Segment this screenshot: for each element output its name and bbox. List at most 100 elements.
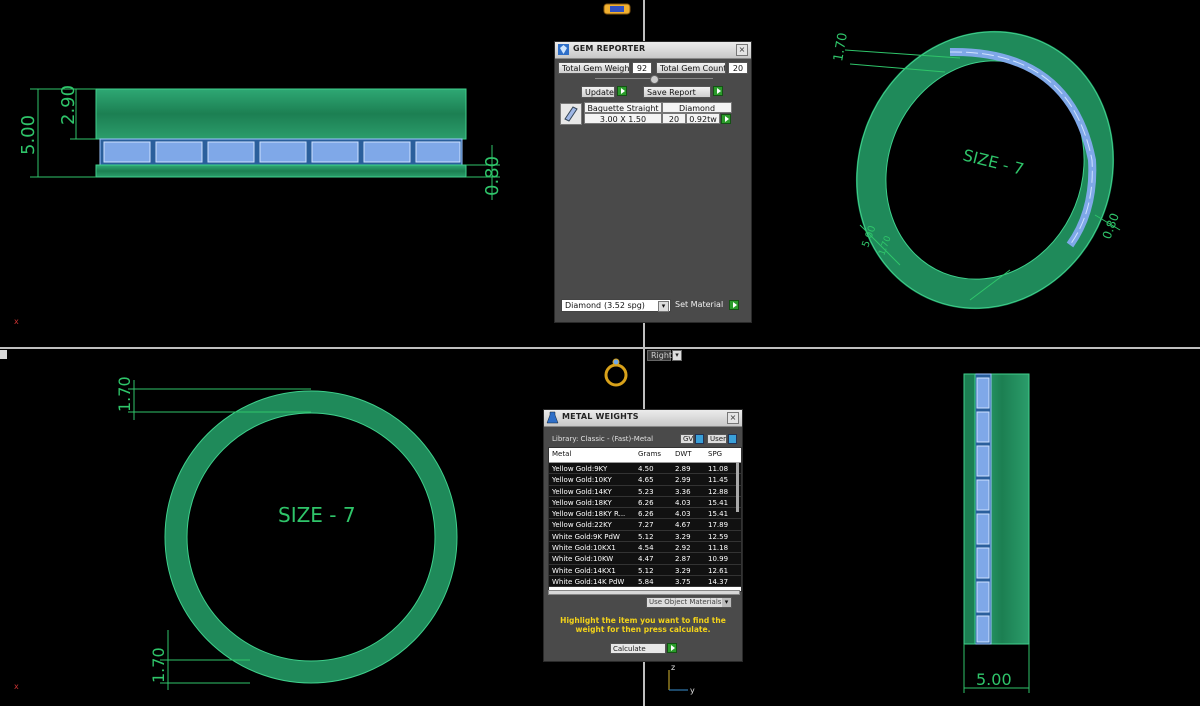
table-row[interactable]: White Gold:9K PdW 5.12 3.29 12.59 xyxy=(549,530,741,543)
material-select-value: Diamond xyxy=(565,301,602,310)
user-toggle[interactable]: User xyxy=(707,434,727,444)
table-cell: 5.84 xyxy=(638,577,654,586)
table-cell: Yellow Gold:18KY R... xyxy=(552,510,626,519)
table-cell: 12.59 xyxy=(708,532,729,541)
chevron-down-icon[interactable]: ▾ xyxy=(672,350,682,361)
splitter-handle-icon[interactable] xyxy=(650,75,659,84)
horizontal-scrollbar[interactable] xyxy=(548,590,740,595)
top-dim-bottom: 1.70 xyxy=(149,647,168,683)
table-row[interactable]: White Gold:10KW 4.47 2.87 10.99 xyxy=(549,553,741,565)
table-cell: Yellow Gold:10KY xyxy=(552,476,612,485)
front-dim-lower: 0.80 xyxy=(482,156,503,196)
gem-reporter-titlebar[interactable]: GEM REPORTER × xyxy=(555,42,751,59)
total-gem-weight-value: 92 xyxy=(632,62,652,74)
persp-size-label: SIZE - 7 xyxy=(961,145,1026,178)
chevron-down-icon[interactable]: ▾ xyxy=(722,598,731,607)
gem-row-go-icon[interactable] xyxy=(721,114,731,124)
table-row[interactable]: White Gold:10KX1 4.54 2.92 11.18 xyxy=(549,542,741,554)
total-gem-weight-label: Total Gem Weight xyxy=(558,62,630,74)
axis-z-label: z xyxy=(671,663,675,672)
update-go-icon[interactable] xyxy=(617,86,627,96)
baguette-stone-icon xyxy=(560,103,582,125)
col-metal[interactable]: Metal xyxy=(552,450,634,458)
material-select[interactable]: Diamond (3.52 spg) ▾ xyxy=(561,299,671,312)
axis-y-label: y xyxy=(690,686,695,695)
calculate-select[interactable]: Calculate xyxy=(610,643,666,654)
table-row[interactable]: Yellow Gold:9KY 4.50 2.89 11.08 xyxy=(549,463,741,475)
table-cell: 3.29 xyxy=(675,566,691,575)
set-material-go-icon[interactable] xyxy=(729,300,739,310)
axis-gizmo xyxy=(668,670,688,691)
table-cell: 4.65 xyxy=(638,476,654,485)
table-cell: Yellow Gold:22KY xyxy=(552,521,612,530)
gem-row[interactable]: Baguette Straight Diamond 3.00 X 1.50 20… xyxy=(558,102,748,126)
front-dim-upper: 2.90 xyxy=(58,85,79,125)
close-icon[interactable]: × xyxy=(727,412,739,424)
table-row[interactable]: White Gold:14KX1 5.12 3.29 12.61 xyxy=(549,564,741,576)
viewport-arrow-marker[interactable] xyxy=(0,350,7,359)
table-cell: 2.87 xyxy=(675,555,691,564)
metal-weights-titlebar[interactable]: METAL WEIGHTS × xyxy=(544,410,742,427)
total-gem-count-label: Total Gem Count xyxy=(656,62,726,74)
toolbar-logo-icon[interactable] xyxy=(603,3,631,15)
set-material-button[interactable]: Set Material xyxy=(675,300,723,309)
persp-dim-top: 1.70 xyxy=(831,32,851,63)
col-spg[interactable]: SPG xyxy=(708,450,740,458)
close-icon[interactable]: × xyxy=(736,44,748,56)
metal-weights-title: METAL WEIGHTS xyxy=(562,412,639,421)
view-select-label: Right xyxy=(647,350,672,361)
metal-table[interactable]: Metal Grams DWT SPG Yellow Gold:9KY 4.50 2… xyxy=(548,447,742,592)
update-button[interactable]: Update xyxy=(581,86,615,98)
table-row[interactable]: Yellow Gold:18KY R... 6.26 4.03 15.41 xyxy=(549,508,741,520)
table-cell: Yellow Gold:18KY xyxy=(552,498,612,507)
table-scrollbar[interactable] xyxy=(736,462,739,512)
table-row[interactable]: Yellow Gold:10KY 4.65 2.99 11.45 xyxy=(549,474,741,486)
front-dim-total: 5.00 xyxy=(18,115,39,155)
gv-toggle[interactable]: GV xyxy=(680,434,694,444)
gv-info-icon[interactable] xyxy=(695,434,704,444)
table-cell: 12.61 xyxy=(708,566,729,575)
table-cell: 6.26 xyxy=(638,498,654,507)
gem-cut-cell: Baguette Straight xyxy=(584,102,662,113)
gem-count-cell: 20 xyxy=(662,113,686,124)
front-view-band xyxy=(95,88,467,178)
table-row[interactable]: Yellow Gold:14KY 5.23 3.36 12.88 xyxy=(549,485,741,497)
ring-icon[interactable] xyxy=(604,358,628,387)
table-cell: 4.54 xyxy=(638,544,654,553)
top-view-ring xyxy=(164,390,458,684)
table-cell: Yellow Gold:9KY xyxy=(552,465,608,473)
side-view-band xyxy=(963,373,1030,645)
front-axis-x: x xyxy=(14,317,19,326)
table-row[interactable]: White Gold:14K PdW 5.84 3.75 14.37 xyxy=(549,575,741,588)
chevron-down-icon[interactable]: ▾ xyxy=(658,301,669,312)
view-select[interactable]: Right ▾ xyxy=(647,350,683,361)
table-row[interactable]: Yellow Gold:18KY 6.26 4.03 15.41 xyxy=(549,496,741,509)
use-object-materials-select[interactable]: Use Object Materials xyxy=(646,597,732,608)
table-cell: 17.89 xyxy=(708,521,729,530)
table-cell: White Gold:14K PdW xyxy=(552,577,625,586)
user-info-icon[interactable] xyxy=(728,434,737,444)
table-cell: 7.27 xyxy=(638,521,654,530)
table-cell: White Gold:9K PdW xyxy=(552,532,620,541)
table-cell: White Gold:10KX1 xyxy=(552,544,616,553)
col-dwt[interactable]: DWT xyxy=(675,450,703,458)
table-row[interactable]: Yellow Gold:22KY 7.27 4.67 17.89 xyxy=(549,519,741,531)
table-cell: White Gold:14KX1 xyxy=(552,566,616,575)
table-cell: Yellow Gold:14KY xyxy=(552,487,612,496)
save-report-go-icon[interactable] xyxy=(713,86,723,96)
col-grams[interactable]: Grams xyxy=(638,450,668,458)
top-dim-top: 1.70 xyxy=(115,376,134,412)
metal-weights-panel: METAL WEIGHTS × Library: Classic - (Fast… xyxy=(543,409,743,662)
table-cell: 4.47 xyxy=(638,555,654,564)
table-cell: 14.37 xyxy=(708,577,729,586)
table-cell: 6.26 xyxy=(638,510,654,519)
calculate-go-icon[interactable] xyxy=(667,643,677,653)
table-cell: 4.03 xyxy=(675,510,691,519)
table-cell: 2.89 xyxy=(675,465,691,473)
table-cell: 2.99 xyxy=(675,476,691,485)
top-size-label: SIZE - 7 xyxy=(278,503,356,527)
table-cell: White Gold:10KW xyxy=(552,555,614,564)
table-cell: 3.36 xyxy=(675,487,691,496)
save-report-button[interactable]: Save Report xyxy=(643,86,711,98)
flask-icon xyxy=(546,411,559,424)
